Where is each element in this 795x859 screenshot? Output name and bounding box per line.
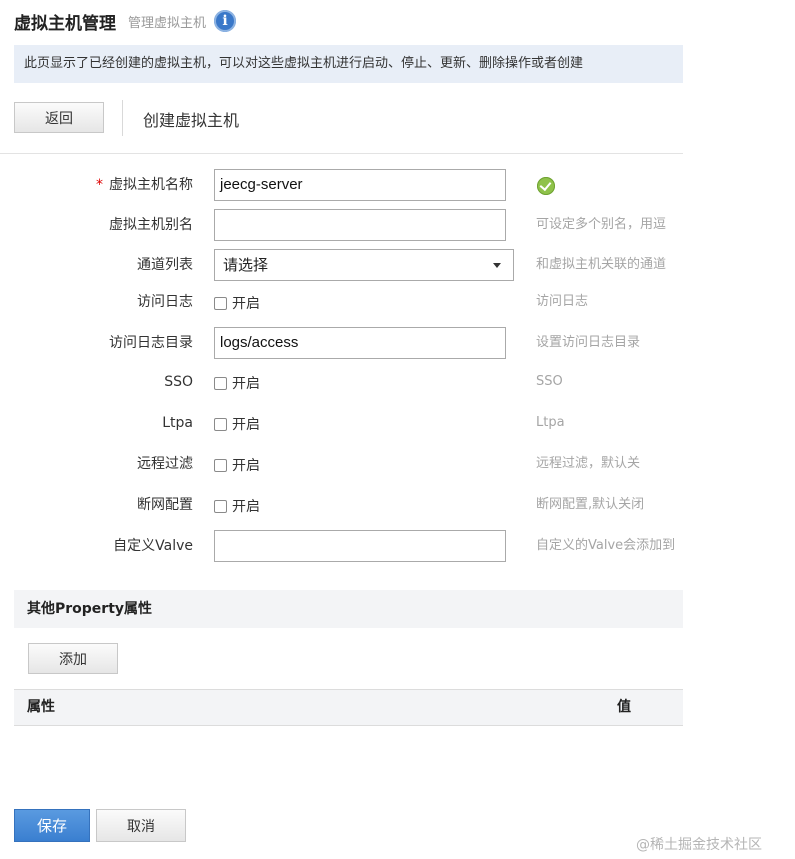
page-title: 虚拟主机管理 (14, 13, 116, 34)
property-table-header: 属性 值 (14, 689, 683, 726)
chevron-down-icon (493, 263, 501, 268)
remote-filter-toggle[interactable]: 开启 (214, 455, 260, 475)
cancel-button[interactable]: 取消 (96, 809, 186, 842)
watermark: @稀土掘金技术社区 (636, 837, 762, 853)
disconnect-hint: 断网配置,默认关闭 (536, 497, 645, 512)
form-row-alias: 虚拟主机别名 可设定多个别名，用逗 (0, 208, 683, 242)
form-row-ltpa: Ltpa 开启 Ltpa (0, 406, 683, 440)
add-property-button[interactable]: 添加 (28, 643, 118, 674)
form-row-name: * 虚拟主机名称 jeecg-server (0, 168, 683, 202)
save-button[interactable]: 保存 (14, 809, 90, 842)
ltpa-hint: Ltpa (536, 415, 565, 430)
info-icon[interactable]: i (214, 10, 237, 32)
access-log-dir-input[interactable]: logs/access (214, 327, 506, 359)
ltpa-checkbox[interactable] (214, 417, 227, 431)
access-log-dir-label: 访问日志目录 (109, 335, 193, 351)
toolbar-divider (122, 100, 123, 136)
access-log-option: 开启 (232, 296, 260, 312)
sso-option: 开启 (232, 376, 260, 392)
form-row-access-log: 访问日志 开启 访问日志 (0, 285, 683, 319)
disconnect-checkbox[interactable] (214, 499, 227, 513)
name-label: * 虚拟主机名称 (96, 177, 193, 193)
remote-filter-checkbox[interactable] (214, 458, 227, 472)
notice-banner: 此页显示了已经创建的虚拟主机，可以对这些虚拟主机进行启动、停止、更新、删除操作或… (14, 45, 683, 83)
valve-hint: 自定义的Valve会添加到 (536, 538, 676, 553)
remote-filter-option: 开启 (232, 458, 260, 474)
ltpa-option: 开启 (232, 417, 260, 433)
channel-select-value: 请选择 (223, 256, 269, 274)
column-header-property[interactable]: 属性 (27, 690, 55, 725)
remote-filter-hint: 远程过滤，默认关 (536, 456, 641, 471)
form-row-sso: SSO 开启 SSO (0, 365, 683, 399)
form-row-valve: 自定义Valve 自定义的Valve会添加到 (0, 529, 683, 563)
sso-hint: SSO (536, 374, 563, 389)
channel-hint: 和虚拟主机关联的通道 (536, 257, 667, 272)
page-header: 虚拟主机管理 管理虚拟主机 i (14, 6, 237, 36)
page: 虚拟主机管理 管理虚拟主机 i 此页显示了已经创建的虚拟主机，可以对这些虚拟主机… (0, 0, 795, 859)
ltpa-toggle[interactable]: 开启 (214, 414, 260, 434)
ltpa-label: Ltpa (162, 415, 193, 431)
channel-label: 通道列表 (137, 257, 193, 273)
disconnect-toggle[interactable]: 开启 (214, 496, 260, 516)
form-row-disconnect: 断网配置 开启 断网配置,默认关闭 (0, 488, 683, 522)
required-mark: * (96, 177, 103, 193)
access-log-hint: 访问日志 (536, 294, 589, 309)
access-log-checkbox[interactable] (214, 296, 227, 310)
alias-hint: 可设定多个别名，用逗 (536, 217, 667, 232)
disconnect-option: 开启 (232, 499, 260, 515)
sso-label: SSO (164, 374, 193, 390)
form-title: 创建虚拟主机 (143, 111, 240, 130)
property-section-title: 其他Property属性 (14, 590, 683, 628)
column-header-value[interactable]: 值 (617, 690, 631, 725)
form-row-access-log-dir: 访问日志目录 logs/access 设置访问日志目录 (0, 326, 683, 360)
disconnect-label: 断网配置 (137, 497, 193, 513)
access-log-label: 访问日志 (137, 294, 193, 310)
alias-input[interactable] (214, 209, 506, 241)
access-log-toggle[interactable]: 开启 (214, 293, 260, 313)
alias-label: 虚拟主机别名 (109, 217, 193, 233)
divider (0, 153, 683, 154)
form-row-channel: 通道列表 请选择 和虚拟主机关联的通道 (0, 248, 683, 282)
sso-checkbox[interactable] (214, 376, 227, 390)
valve-input[interactable] (214, 530, 506, 562)
valve-label: 自定义Valve (113, 538, 193, 554)
page-subtitle: 管理虚拟主机 (128, 15, 207, 31)
remote-filter-label: 远程过滤 (137, 456, 193, 472)
form-row-remote-filter: 远程过滤 开启 远程过滤，默认关 (0, 447, 683, 481)
access-log-dir-hint: 设置访问日志目录 (536, 335, 641, 350)
channel-select[interactable]: 请选择 (214, 249, 514, 281)
sso-toggle[interactable]: 开启 (214, 373, 260, 393)
back-button[interactable]: 返回 (14, 102, 104, 133)
name-input[interactable]: jeecg-server (214, 169, 506, 201)
check-circle-icon (537, 177, 555, 195)
